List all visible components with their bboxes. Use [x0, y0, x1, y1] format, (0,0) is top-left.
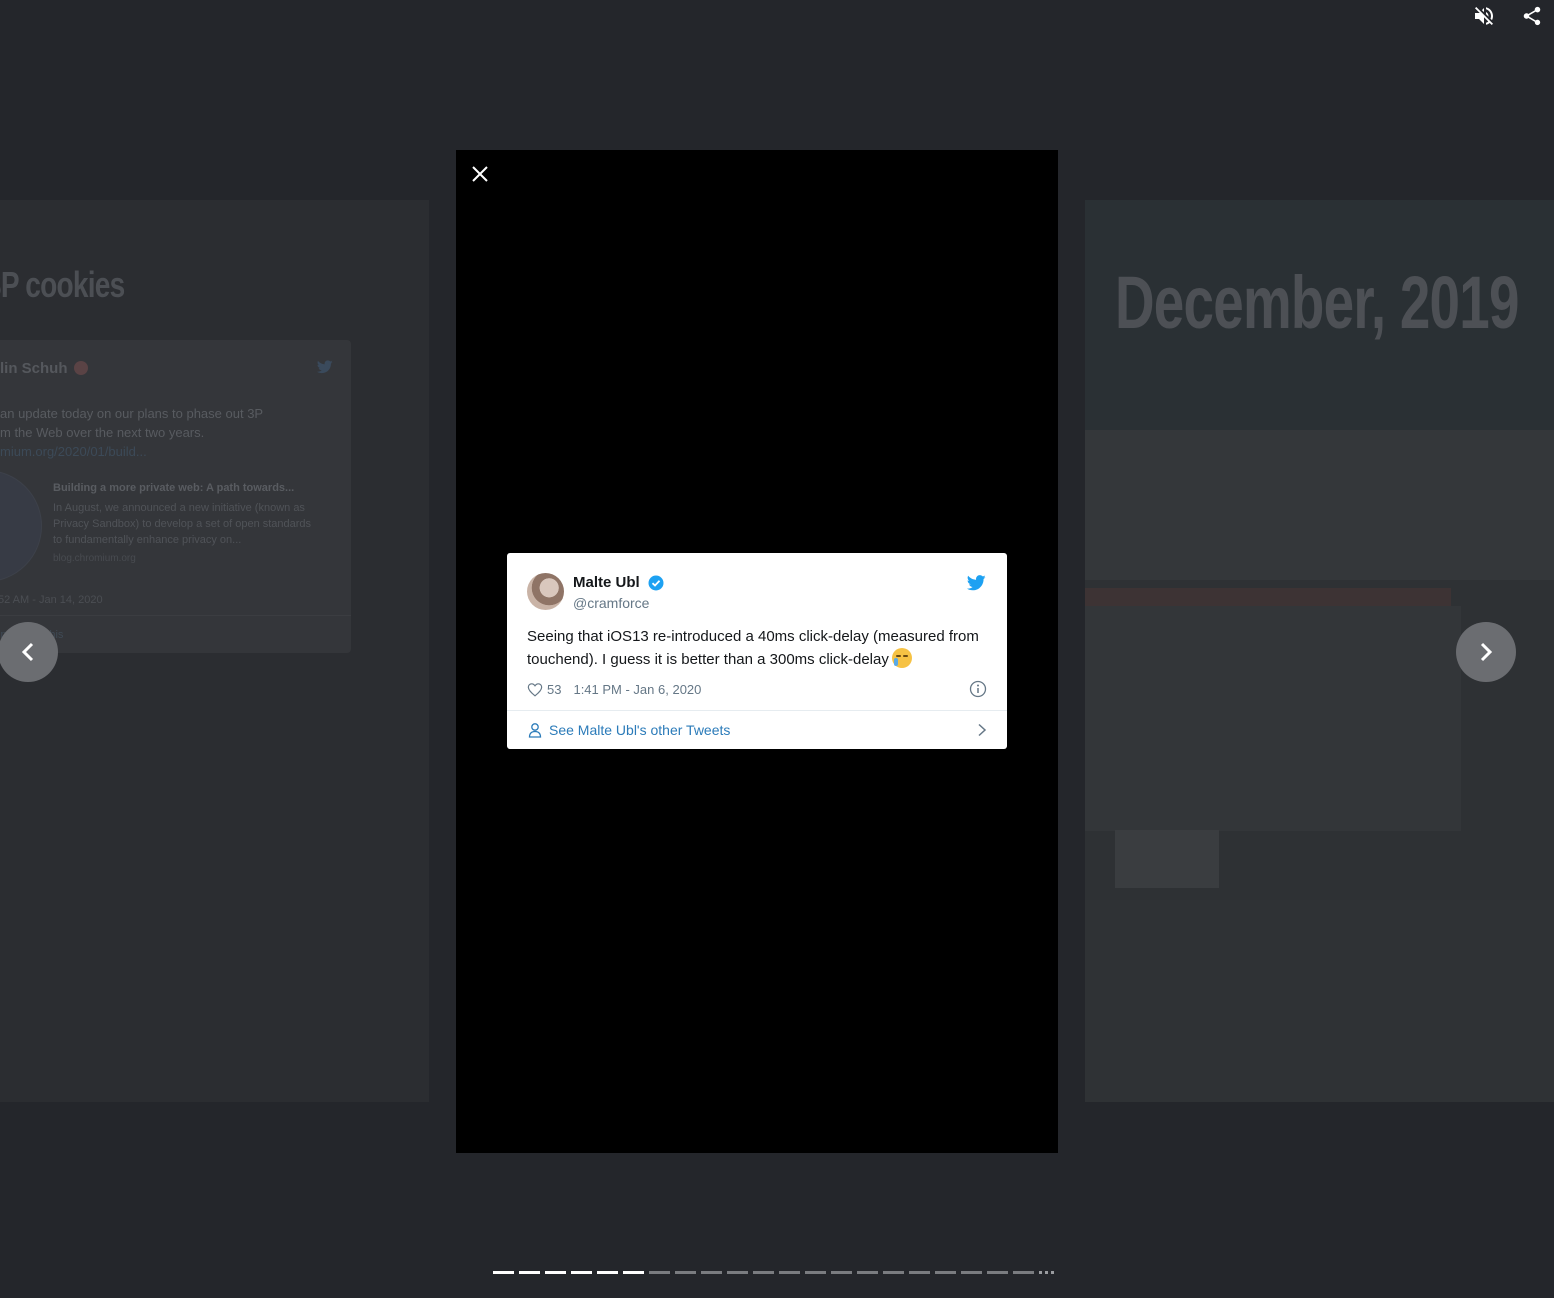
close-button[interactable] [468, 162, 492, 186]
avatar[interactable] [527, 573, 564, 610]
previous-page-preview[interactable]: 3P cookies lin Schuh an update today on … [0, 200, 429, 1102]
progress-segment [909, 1271, 930, 1274]
emoji-icon [73, 361, 88, 375]
chevron-right-icon [1479, 642, 1493, 662]
tweet-link: mium.org/2020/01/build... [0, 444, 147, 459]
previous-page-tweet: lin Schuh an update today on our plans t… [0, 340, 351, 653]
progress-segment [727, 1271, 748, 1274]
progress-segment [831, 1271, 852, 1274]
divider [0, 615, 351, 616]
story-page[interactable]: Malte Ubl @cramforce Seeing that iOS13 r… [456, 150, 1058, 1153]
background-photo-region [1085, 430, 1554, 580]
progress-segment [623, 1271, 644, 1274]
info-icon[interactable] [969, 680, 987, 703]
background-photo-region [1115, 830, 1219, 888]
progress-segment [805, 1271, 826, 1274]
progress-segment [883, 1271, 904, 1274]
divider [507, 710, 1007, 711]
progress-segment [779, 1271, 800, 1274]
tweet-text: Seeing that iOS13 re-introduced a 40ms c… [527, 625, 989, 671]
crying-face-emoji-icon [891, 648, 912, 668]
tweet-text-line: m the Web over the next two years. [0, 425, 205, 440]
next-page-button[interactable] [1456, 622, 1516, 682]
previous-page-button[interactable] [0, 622, 58, 682]
like-count[interactable]: 53 [547, 682, 561, 697]
person-icon [527, 722, 543, 738]
volume-off-icon [1472, 4, 1496, 28]
share-icon [1521, 5, 1543, 27]
embedded-tweet[interactable]: Malte Ubl @cramforce Seeing that iOS13 r… [507, 553, 1007, 749]
mute-button[interactable] [1470, 2, 1498, 30]
tweet-author: lin Schuh [0, 360, 88, 377]
progress-more-indicator [1039, 1271, 1055, 1274]
progress-segment [649, 1271, 670, 1274]
twitter-icon[interactable] [966, 575, 986, 596]
chevron-left-icon [21, 642, 35, 662]
background-photo-region [1085, 588, 1451, 606]
background-photo-region [1085, 606, 1461, 831]
card-description: In August, we announced a new initiative… [53, 502, 312, 546]
background-photo-region [1085, 900, 1554, 1102]
tweet-timestamp[interactable]: 1:41 PM - Jan 6, 2020 [573, 682, 701, 697]
card-title: Building a more private web: A path towa… [53, 482, 295, 494]
progress-segment [545, 1271, 566, 1274]
verified-badge-icon [648, 575, 664, 596]
chevron-right-icon [977, 723, 987, 737]
progress-segment [857, 1271, 878, 1274]
progress-segment [597, 1271, 618, 1274]
tweet-author-name[interactable]: Malte Ubl [573, 574, 640, 591]
progress-segment [1013, 1271, 1034, 1274]
tweet-meta: 52 AM - Jan 14, 2020 [0, 594, 103, 606]
share-button[interactable] [1518, 2, 1546, 30]
progress-segment [961, 1271, 982, 1274]
other-tweets-label: See Malte Ubl's other Tweets [549, 722, 731, 738]
card-thumbnail [0, 470, 42, 582]
story-progress-bar [493, 1271, 1055, 1274]
card-url: blog.chromium.org [53, 553, 136, 564]
progress-segment [493, 1271, 514, 1274]
tweet-text-line: an update today on our plans to phase ou… [0, 406, 264, 421]
progress-segment [935, 1271, 956, 1274]
tweet-meta: 53 1:41 PM - Jan 6, 2020 [527, 680, 701, 698]
other-tweets-link[interactable]: See Malte Ubl's other Tweets [527, 719, 987, 741]
tweet-author-name: lin Schuh [0, 360, 68, 377]
progress-segment [753, 1271, 774, 1274]
heart-icon[interactable] [527, 682, 543, 697]
progress-segment [675, 1271, 696, 1274]
progress-segment [987, 1271, 1008, 1274]
close-icon [471, 165, 489, 183]
next-page-heading: December, 2019 [1115, 261, 1519, 344]
tweet-author-handle[interactable]: @cramforce [573, 595, 649, 611]
previous-page-heading: 3P cookies [0, 264, 125, 305]
twitter-icon [316, 360, 333, 377]
progress-segment [519, 1271, 540, 1274]
progress-segment [701, 1271, 722, 1274]
progress-segment [571, 1271, 592, 1274]
